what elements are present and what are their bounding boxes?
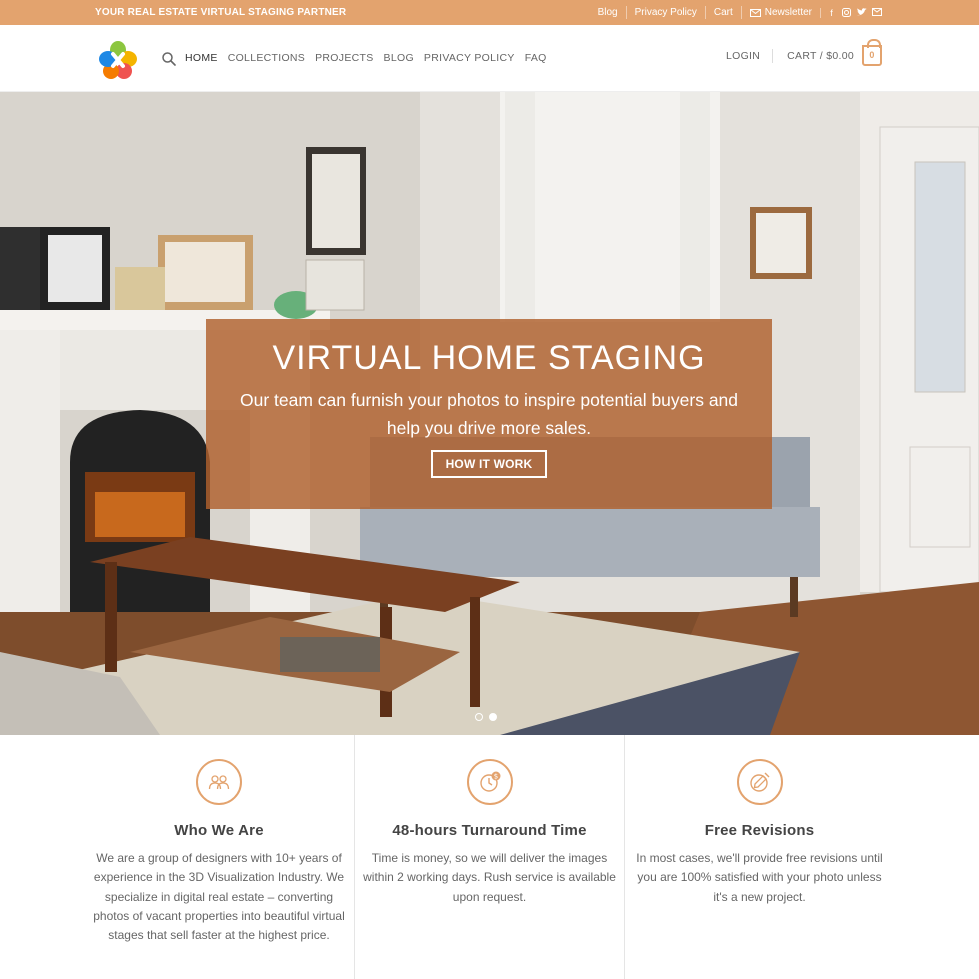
feature-who-we-are: Who We Are We are a group of designers w… — [84, 735, 354, 979]
social-links: f — [820, 7, 882, 18]
account-nav: LOGIN CART / $0.00 0 — [726, 39, 882, 66]
feature-title: Who We Are — [174, 822, 264, 839]
main-nav: HOME COLLECTIONS PROJECTS BLOG PRIVACY P… — [185, 52, 557, 64]
newsletter-label: Newsletter — [764, 7, 812, 18]
nav-home[interactable]: HOME — [185, 52, 218, 64]
envelope-icon — [749, 8, 761, 17]
top-link-cart[interactable]: Cart — [704, 6, 741, 19]
hero-caption-box: VIRTUAL HOME STAGING Our team can furnis… — [206, 319, 772, 509]
login-link[interactable]: LOGIN — [726, 48, 774, 63]
cart-link[interactable]: CART / $0.00 — [787, 50, 854, 62]
feature-free-revisions: Free Revisions In most cases, we'll prov… — [624, 735, 894, 979]
how-it-works-button[interactable]: HOW IT WORK — [430, 450, 548, 478]
cart-count: 0 — [869, 50, 875, 60]
top-links: Blog Privacy Policy Cart Newsletter f — [590, 6, 882, 19]
fast-clock-icon: $ — [466, 759, 513, 805]
feature-text: Time is money, so we will deliver the im… — [363, 851, 616, 904]
instagram-icon[interactable] — [842, 7, 851, 18]
feature-title: 48-hours Turnaround Time — [392, 822, 587, 839]
nav-collections[interactable]: COLLECTIONS — [228, 52, 305, 64]
nav-projects[interactable]: PROJECTS — [315, 52, 373, 64]
hero-subtitle: Our team can furnish your photos to insp… — [239, 390, 739, 438]
mail-icon[interactable] — [872, 7, 882, 18]
slider-dot-1[interactable] — [475, 713, 483, 721]
search-icon[interactable] — [162, 52, 176, 66]
top-link-blog[interactable]: Blog — [590, 6, 626, 19]
hero-slider: VIRTUAL HOME STAGING Our team can furnis… — [0, 92, 979, 735]
facebook-icon[interactable]: f — [827, 8, 836, 18]
svg-text:$: $ — [493, 773, 497, 781]
cart-bag-icon[interactable]: 0 — [862, 39, 882, 66]
nav-privacy-policy[interactable]: PRIVACY POLICY — [424, 52, 515, 64]
team-icon — [196, 759, 242, 805]
feature-turnaround: $ 48-hours Turnaround Time Time is money… — [354, 735, 624, 979]
slider-dots — [475, 713, 497, 721]
feature-text: We are a group of designers with 10+ yea… — [93, 851, 345, 943]
tagline: YOUR REAL ESTATE VIRTUAL STAGING PARTNER — [95, 7, 347, 18]
nav-blog[interactable]: BLOG — [384, 52, 414, 64]
revision-icon — [736, 759, 783, 805]
site-logo[interactable] — [97, 39, 139, 81]
top-bar: YOUR REAL ESTATE VIRTUAL STAGING PARTNER… — [0, 0, 979, 25]
feature-title: Free Revisions — [704, 822, 815, 839]
main-header: HOME COLLECTIONS PROJECTS BLOG PRIVACY P… — [0, 25, 979, 92]
top-link-privacy[interactable]: Privacy Policy — [625, 6, 705, 19]
features-section: Who We Are We are a group of designers w… — [84, 735, 894, 979]
twitter-icon[interactable] — [857, 7, 867, 18]
nav-faq[interactable]: FAQ — [525, 52, 547, 64]
feature-text: In most cases, we'll provide free revisi… — [636, 851, 883, 904]
hero-title: VIRTUAL HOME STAGING — [272, 339, 706, 377]
slider-dot-2[interactable] — [489, 713, 497, 721]
newsletter-link[interactable]: Newsletter — [740, 6, 820, 19]
